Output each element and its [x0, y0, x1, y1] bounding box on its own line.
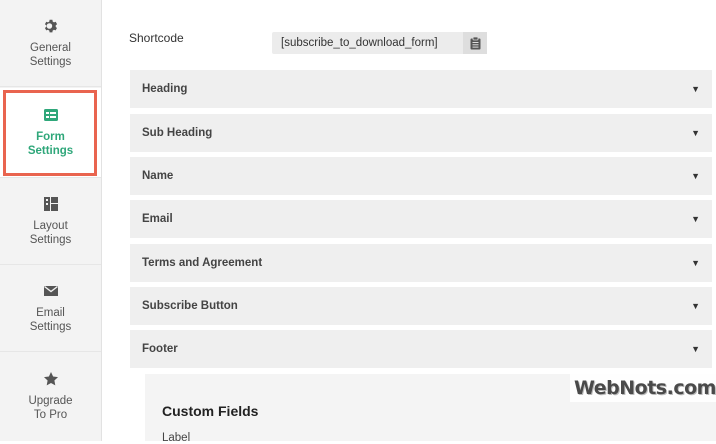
custom-fields-title: Custom Fields [162, 403, 258, 419]
form-icon [43, 107, 59, 123]
sidebar-item-email-settings[interactable]: Email Settings [0, 265, 101, 352]
caret-down-icon: ▼ [691, 128, 700, 138]
sidebar-item-general-settings[interactable]: General Settings [0, 0, 101, 87]
settings-sidebar: General Settings Form Settings Layout Se… [0, 0, 102, 441]
caret-down-icon: ▼ [691, 344, 700, 354]
caret-down-icon: ▼ [691, 171, 700, 181]
accordion-terms-and-agreement[interactable]: Terms and Agreement ▼ [130, 244, 712, 282]
caret-down-icon: ▼ [691, 258, 700, 268]
accordion-title: Sub Heading [142, 127, 691, 139]
sidebar-item-label: Email Settings [30, 306, 72, 334]
caret-down-icon: ▼ [691, 301, 700, 311]
sidebar-item-label: General Settings [30, 41, 72, 69]
shortcode-value[interactable]: [subscribe_to_download_form] [272, 37, 463, 49]
accordion-title: Name [142, 170, 691, 182]
sidebar-item-layout-settings[interactable]: Layout Settings [0, 178, 101, 265]
accordion-footer[interactable]: Footer ▼ [130, 330, 712, 368]
accordion-name[interactable]: Name ▼ [130, 157, 712, 195]
custom-field-label: Label [162, 432, 190, 444]
sidebar-item-label: Layout Settings [30, 219, 72, 247]
sidebar-item-form-settings[interactable]: Form Settings [0, 88, 101, 178]
layout-icon [43, 196, 59, 212]
accordion-email[interactable]: Email ▼ [130, 200, 712, 238]
accordion-subscribe-button[interactable]: Subscribe Button ▼ [130, 287, 712, 325]
caret-down-icon: ▼ [691, 84, 700, 94]
sidebar-item-upgrade-to-pro[interactable]: Upgrade To Pro [0, 352, 101, 441]
accordion-heading[interactable]: Heading ▼ [130, 70, 712, 108]
accordion-title: Terms and Agreement [142, 257, 691, 269]
star-icon [43, 371, 59, 387]
gear-icon [43, 18, 59, 34]
copy-shortcode-button[interactable] [463, 32, 487, 54]
sidebar-item-label: Form Settings [28, 130, 73, 158]
clipboard-icon [470, 37, 481, 50]
accordion-title: Heading [142, 83, 691, 95]
watermark-text: WebNots.com [574, 377, 716, 399]
envelope-icon [43, 283, 59, 299]
sidebar-item-label: Upgrade To Pro [28, 394, 72, 422]
shortcode-field[interactable]: [subscribe_to_download_form] [272, 32, 487, 54]
accordion-title: Subscribe Button [142, 300, 691, 312]
webnots-watermark: WebNots.comV [570, 374, 716, 402]
accordion-title: Footer [142, 343, 691, 355]
accordion-sub-heading[interactable]: Sub Heading ▼ [130, 114, 712, 152]
shortcode-label: Shortcode [129, 31, 184, 45]
caret-down-icon: ▼ [691, 214, 700, 224]
accordion-title: Email [142, 213, 691, 225]
